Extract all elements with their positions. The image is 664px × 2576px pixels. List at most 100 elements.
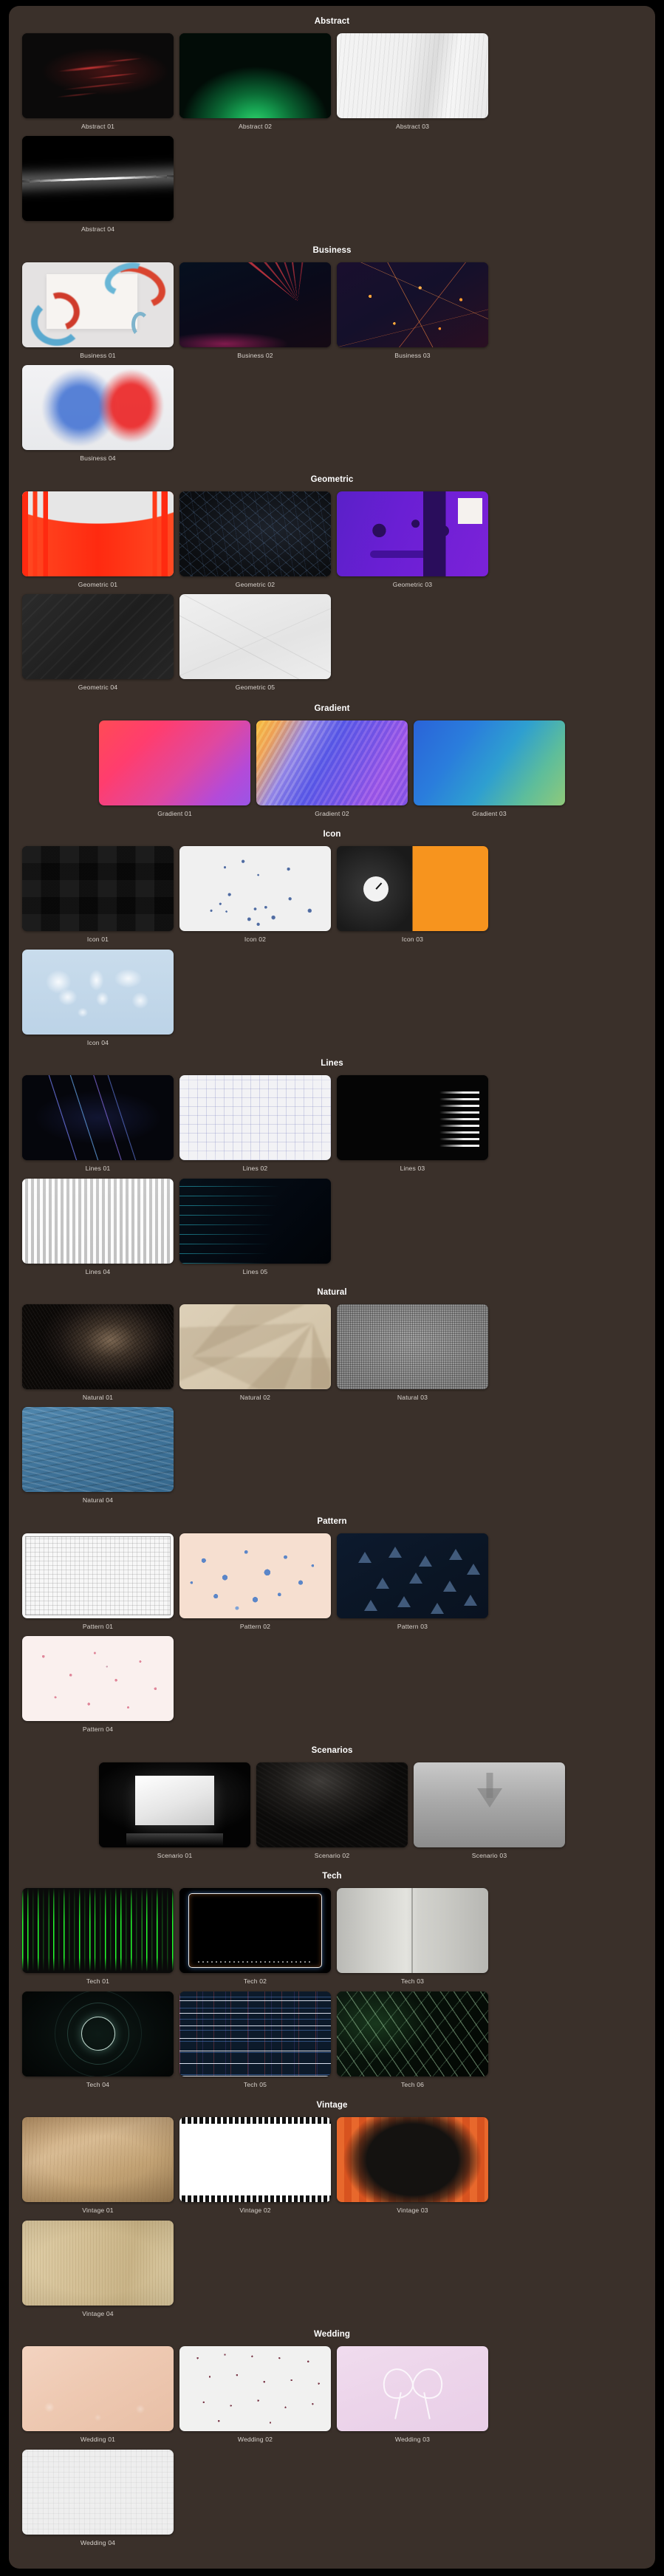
wallpaper-card[interactable]: Business 01 (22, 262, 174, 359)
wallpaper-card[interactable]: Icon 04 (22, 949, 174, 1046)
wallpaper-thumbnail[interactable] (337, 491, 488, 576)
wallpaper-thumbnail[interactable] (179, 262, 331, 347)
wallpaper-card[interactable]: Wedding 01 (22, 2346, 174, 2443)
wallpaper-thumbnail[interactable] (337, 1533, 488, 1618)
wallpaper-card[interactable]: Lines 04 (22, 1178, 174, 1275)
wallpaper-card[interactable]: Abstract 02 (179, 33, 331, 130)
wallpaper-card[interactable]: Lines 01 (22, 1075, 174, 1172)
wallpaper-card[interactable]: Business 04 (22, 365, 174, 462)
wallpaper-thumbnail[interactable] (337, 1991, 488, 2076)
wallpaper-card[interactable]: Business 02 (179, 262, 331, 359)
wallpaper-card[interactable]: Tech 05 (179, 1991, 331, 2088)
wallpaper-card[interactable]: Pattern 02 (179, 1533, 331, 1630)
wallpaper-thumbnail[interactable] (179, 2117, 331, 2203)
wallpaper-thumbnail[interactable] (179, 1178, 331, 1264)
wallpaper-thumbnail[interactable] (179, 846, 331, 932)
wallpaper-thumbnail[interactable] (179, 1075, 331, 1161)
wallpaper-thumbnail[interactable] (22, 2449, 174, 2535)
wallpaper-thumbnail[interactable] (179, 1888, 331, 1974)
wallpaper-card[interactable]: Tech 01 (22, 1888, 174, 1985)
wallpaper-card[interactable]: Wedding 02 (179, 2346, 331, 2443)
wallpaper-thumbnail[interactable] (179, 1533, 331, 1618)
wallpaper-card[interactable]: Icon 01 (22, 846, 174, 943)
wallpaper-card[interactable]: Business 03 (337, 262, 488, 359)
wallpaper-thumbnail[interactable] (337, 1888, 488, 1974)
wallpaper-card[interactable]: Tech 06 (337, 1991, 488, 2088)
wallpaper-card[interactable]: Abstract 04 (22, 136, 174, 233)
wallpaper-card[interactable]: Icon 02 (179, 846, 331, 943)
wallpaper-card[interactable]: Natural 02 (179, 1304, 331, 1401)
wallpaper-card[interactable]: Icon 03 (337, 846, 488, 943)
wallpaper-card[interactable]: Geometric 05 (179, 594, 331, 691)
wallpaper-thumbnail[interactable] (337, 1075, 488, 1161)
wallpaper-thumbnail[interactable] (337, 2346, 488, 2432)
wallpaper-card[interactable]: Pattern 04 (22, 1636, 174, 1733)
wallpaper-thumbnail[interactable] (337, 846, 488, 932)
wallpaper-thumbnail[interactable] (179, 1304, 331, 1389)
wallpaper-card[interactable]: Scenario 02 (256, 1762, 408, 1859)
wallpaper-thumbnail[interactable] (22, 262, 174, 347)
wallpaper-card[interactable]: Pattern 03 (337, 1533, 488, 1630)
wallpaper-thumbnail[interactable] (256, 720, 408, 805)
wallpaper-thumbnail[interactable] (22, 1178, 174, 1264)
wallpaper-thumbnail[interactable] (22, 136, 174, 222)
wallpaper-thumbnail[interactable] (179, 491, 331, 576)
wallpaper-card[interactable]: Geometric 02 (179, 491, 331, 588)
wallpaper-card[interactable]: Geometric 01 (22, 491, 174, 588)
wallpaper-card[interactable]: Vintage 03 (337, 2117, 488, 2214)
wallpaper-thumbnail[interactable] (337, 1304, 488, 1389)
wallpaper-card[interactable]: Gradient 03 (414, 720, 565, 817)
wallpaper-thumbnail[interactable] (337, 2117, 488, 2203)
wallpaper-card[interactable]: Abstract 01 (22, 33, 174, 130)
wallpaper-thumbnail[interactable] (22, 2346, 174, 2432)
wallpaper-thumbnail[interactable] (179, 2346, 331, 2432)
wallpaper-thumbnail[interactable] (179, 594, 331, 680)
wallpaper-card[interactable]: Geometric 04 (22, 594, 174, 691)
wallpaper-card[interactable]: Vintage 04 (22, 2220, 174, 2317)
wallpaper-thumbnail[interactable] (337, 262, 488, 347)
wallpaper-card[interactable]: Pattern 01 (22, 1533, 174, 1630)
wallpaper-thumbnail[interactable] (22, 1304, 174, 1389)
wallpaper-card[interactable]: Scenario 03 (414, 1762, 565, 1859)
wallpaper-card[interactable]: Abstract 03 (337, 33, 488, 130)
wallpaper-thumbnail[interactable] (22, 846, 174, 932)
wallpaper-thumbnail[interactable] (414, 1762, 565, 1847)
wallpaper-thumbnail[interactable] (22, 491, 174, 576)
wallpaper-card[interactable]: Natural 03 (337, 1304, 488, 1401)
wallpaper-card[interactable]: Wedding 03 (337, 2346, 488, 2443)
wallpaper-thumbnail[interactable] (22, 1075, 174, 1161)
wallpaper-thumbnail[interactable] (256, 1762, 408, 1847)
wallpaper-thumbnail[interactable] (22, 1407, 174, 1493)
wallpaper-thumbnail[interactable] (414, 720, 565, 805)
wallpaper-card[interactable]: Lines 02 (179, 1075, 331, 1172)
wallpaper-card[interactable]: Lines 03 (337, 1075, 488, 1172)
wallpaper-card[interactable]: Scenario 01 (99, 1762, 250, 1859)
wallpaper-thumbnail[interactable] (99, 1762, 250, 1847)
wallpaper-thumbnail[interactable] (22, 365, 174, 451)
wallpaper-thumbnail[interactable] (179, 1991, 331, 2076)
wallpaper-thumbnail[interactable] (22, 1888, 174, 1974)
wallpaper-thumbnail[interactable] (179, 33, 331, 118)
wallpaper-card[interactable]: Natural 01 (22, 1304, 174, 1401)
wallpaper-thumbnail[interactable] (22, 594, 174, 680)
wallpaper-card[interactable]: Vintage 02 (179, 2117, 331, 2214)
wallpaper-thumbnail[interactable] (22, 1636, 174, 1722)
wallpaper-card[interactable]: Wedding 04 (22, 2449, 174, 2546)
wallpaper-thumbnail[interactable] (22, 1991, 174, 2076)
wallpaper-thumbnail[interactable] (22, 2220, 174, 2306)
wallpaper-thumbnail[interactable] (22, 2117, 174, 2203)
wallpaper-thumbnail[interactable] (22, 949, 174, 1035)
wallpaper-card[interactable]: Natural 04 (22, 1407, 174, 1504)
wallpaper-thumbnail[interactable] (22, 33, 174, 118)
wallpaper-card[interactable]: Tech 03 (337, 1888, 488, 1985)
wallpaper-card[interactable]: Vintage 01 (22, 2117, 174, 2214)
wallpaper-thumbnail[interactable] (22, 1533, 174, 1618)
wallpaper-card[interactable]: Tech 04 (22, 1991, 174, 2088)
wallpaper-card[interactable]: Lines 05 (179, 1178, 331, 1275)
wallpaper-card[interactable]: Tech 02 (179, 1888, 331, 1985)
wallpaper-card[interactable]: Gradient 02 (256, 720, 408, 817)
wallpaper-card[interactable]: Geometric 03 (337, 491, 488, 588)
wallpaper-thumbnail[interactable] (337, 33, 488, 118)
wallpaper-card[interactable]: Gradient 01 (99, 720, 250, 817)
wallpaper-thumbnail[interactable] (99, 720, 250, 805)
